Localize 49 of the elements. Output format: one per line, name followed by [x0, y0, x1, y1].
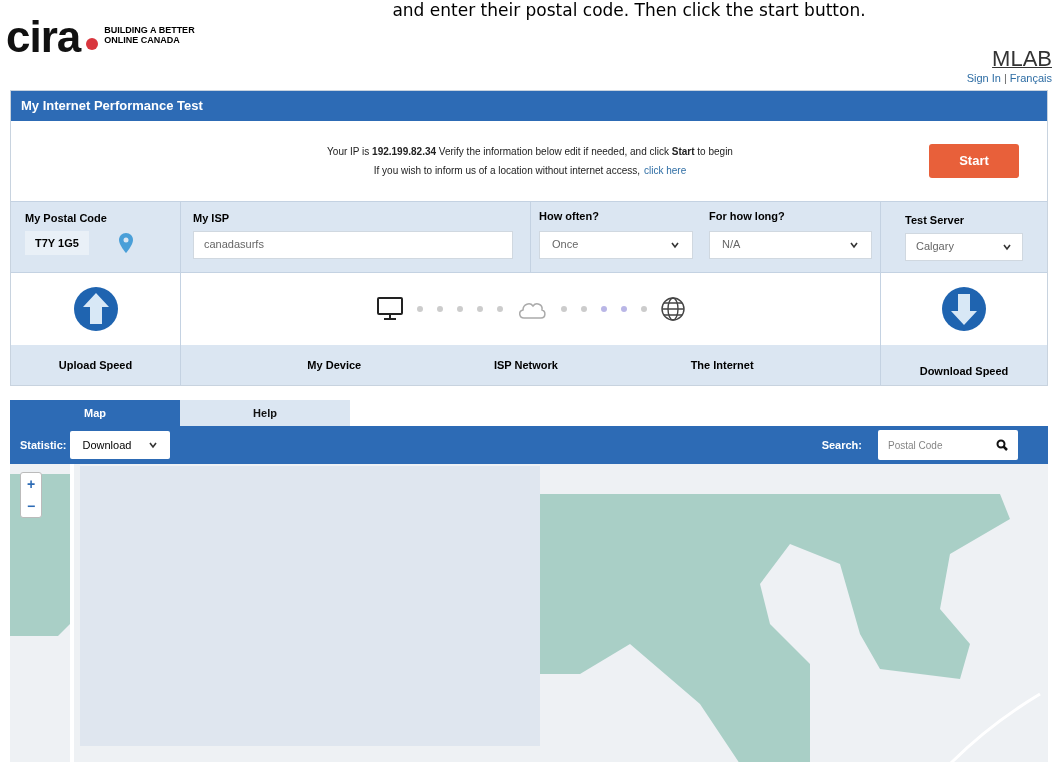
- field-label: For how long?: [709, 209, 786, 224]
- tagline: BUILDING A BETTER ONLINE CANADA: [104, 25, 196, 45]
- dot-icon: [580, 306, 587, 312]
- globe-icon: [660, 297, 685, 321]
- statistic-label: Statistic:: [20, 437, 67, 453]
- start-button[interactable]: Start: [929, 144, 1019, 178]
- upload-speed-label: Upload Speed: [58, 357, 133, 373]
- dropdown[interactable]: Calgary: [905, 232, 1023, 261]
- zoom-button[interactable]: +: [21, 473, 41, 495]
- mlab-logo: MLAB: [992, 48, 1052, 70]
- caret-icon: [148, 440, 159, 450]
- statistic-dropdown[interactable]: Download: [70, 431, 171, 459]
- instruction-text: and enter their postal code. Then click the start button.: [392, 0, 866, 20]
- dot-icon: [436, 306, 443, 312]
- location-info-text: If you wish to inform us of a location without internet access,: [373, 164, 640, 178]
- isp-field[interactable]: canadasurfs: [193, 230, 513, 259]
- dot-icon: [496, 306, 503, 312]
- search-field[interactable]: Postal Code: [878, 430, 1018, 460]
- zoom-button[interactable]: −: [21, 495, 41, 517]
- dot-icon: [600, 306, 607, 312]
- dot-icon: [640, 306, 647, 312]
- field-label: My Postal Code: [25, 211, 108, 226]
- download-speed-label: Download Speed: [919, 363, 1009, 379]
- monitor-icon: [376, 297, 403, 321]
- field-label: My ISP: [193, 211, 231, 226]
- search-icon[interactable]: [996, 439, 1008, 451]
- tab[interactable]: Help: [180, 400, 350, 426]
- field-label: Test Server: [905, 213, 966, 228]
- link-separator: |: [1003, 71, 1007, 86]
- dot-icon: [416, 306, 423, 312]
- path-label: ISP Network: [493, 357, 558, 373]
- postal-code-value[interactable]: T7Y 1G5: [25, 230, 89, 255]
- dot-icon: [456, 306, 463, 312]
- header-link[interactable]: Sign In: [966, 70, 1001, 87]
- click-here-link[interactable]: click here: [644, 163, 687, 178]
- logo: cira: [6, 20, 81, 54]
- field-label: How often?: [539, 209, 600, 224]
- search-label: Search:: [821, 437, 862, 453]
- tab[interactable]: Map: [10, 400, 180, 426]
- path-label: The Internet: [690, 357, 754, 373]
- page-title: My Internet Performance Test: [21, 97, 203, 116]
- header-link[interactable]: Français: [1009, 70, 1052, 87]
- dropdown[interactable]: Once: [539, 230, 693, 259]
- ip-info-text: Your IP is 192.199.82.34 Verify the information below edit if needed, and click Start to begin: [327, 145, 733, 159]
- dot-icon: [560, 306, 567, 312]
- dropdown[interactable]: N/A: [709, 230, 872, 259]
- path-label: My Device: [307, 357, 362, 373]
- dot-icon: [620, 306, 627, 312]
- dot-icon: [476, 306, 483, 312]
